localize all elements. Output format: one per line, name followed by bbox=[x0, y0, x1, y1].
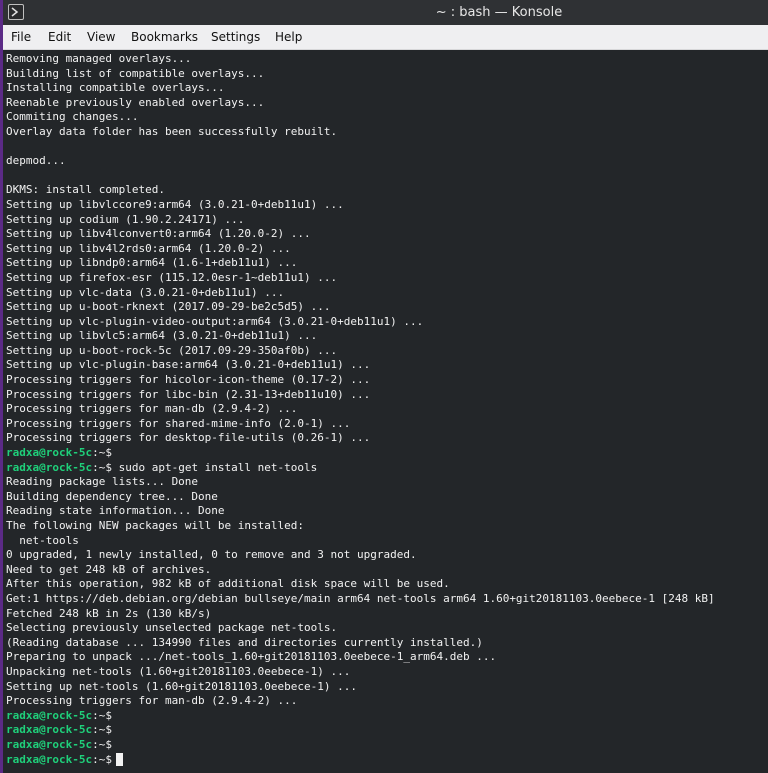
output-line: Need to get 248 kB of archives. bbox=[6, 562, 212, 576]
prompt-path: :~$ bbox=[92, 460, 112, 474]
prompt-path: :~$ bbox=[92, 723, 112, 737]
terminal-lines: Removing managed overlays... Building li… bbox=[6, 52, 715, 767]
output-line: Commiting changes... bbox=[6, 110, 139, 124]
output-line: Setting up libvlc5:arm64 (3.0.21-0+deb11… bbox=[6, 329, 318, 343]
prompt-user: radxa@rock-5c bbox=[6, 708, 93, 722]
output-line: Selecting previously unselected package … bbox=[6, 621, 338, 635]
output-line: Get:1 https://deb.debian.org/debian bull… bbox=[6, 591, 715, 605]
title-bar[interactable]: ~ : bash — Konsole bbox=[0, 0, 768, 25]
prompt-path: :~$ bbox=[92, 708, 112, 722]
output-line: Setting up codium (1.90.2.24171) ... bbox=[6, 212, 245, 226]
prompt-path: :~$ bbox=[92, 752, 112, 766]
menu-bookmarks[interactable]: Bookmarks bbox=[131, 25, 198, 49]
output-line: DKMS: install completed. bbox=[6, 183, 165, 197]
window-title: ~ : bash — Konsole bbox=[435, 5, 563, 20]
prompt-line: radxa@rock-5c:~$ bbox=[6, 723, 715, 738]
prompt-line: radxa@rock-5c:~$ bbox=[6, 709, 715, 724]
output-line: Processing triggers for libc-bin (2.31-1… bbox=[6, 387, 371, 401]
output-line: Reading package lists... Done bbox=[6, 475, 199, 489]
output-line: Setting up net-tools (1.60+git20181103.0… bbox=[6, 679, 357, 693]
prompt-user: radxa@rock-5c bbox=[6, 723, 93, 737]
output-line: Reenable previously enabled overlays... bbox=[6, 95, 265, 109]
output-line: Installing compatible overlays... bbox=[6, 81, 225, 95]
prompt-user: radxa@rock-5c bbox=[6, 446, 93, 460]
menu-view[interactable]: View bbox=[87, 25, 115, 49]
output-line: Building dependency tree... Done bbox=[6, 489, 218, 503]
output-line: Processing triggers for man-db (2.9.4-2)… bbox=[6, 402, 298, 416]
output-line: Processing triggers for shared-mime-info… bbox=[6, 416, 351, 430]
output-line: The following NEW packages will be insta… bbox=[6, 519, 305, 532]
output-line: Unpacking net-tools (1.60+git20181103.0e… bbox=[6, 664, 351, 678]
prompt-path: :~$ bbox=[92, 446, 112, 460]
output-line: Removing managed overlays... bbox=[6, 52, 192, 65]
prompt-path: :~$ bbox=[92, 737, 112, 751]
output-line: Preparing to unpack .../net-tools_1.60+g… bbox=[6, 650, 497, 664]
prompt-line: radxa@rock-5c:~$ sudo apt-get install ne… bbox=[6, 461, 715, 476]
output-line: Setting up vlc-data (3.0.21-0+deb11u1) .… bbox=[6, 285, 285, 299]
prompt-line: radxa@rock-5c:~$ bbox=[6, 738, 715, 753]
output-line: 0 upgraded, 1 newly installed, 0 to remo… bbox=[6, 548, 417, 562]
window-left-accent bbox=[0, 0, 3, 773]
menu-settings[interactable]: Settings bbox=[211, 25, 260, 49]
text-cursor[interactable] bbox=[115, 753, 123, 766]
menu-bar: File Edit View Bookmarks Settings Help bbox=[0, 25, 768, 50]
output-line: Overlay data folder has been successfull… bbox=[6, 124, 338, 138]
output-line: Setting up vlc-plugin-video-output:arm64… bbox=[6, 314, 424, 328]
output-line: net-tools bbox=[6, 533, 79, 547]
output-line: Setting up libv4lconvert0:arm64 (1.20.0-… bbox=[6, 227, 311, 241]
output-line: (Reading database ... 134990 files and d… bbox=[6, 635, 483, 649]
command-text: sudo apt-get install net-tools bbox=[111, 460, 318, 474]
output-line: Setting up u-boot-rock-5c (2017.09-29-35… bbox=[6, 343, 338, 357]
output-line: Fetched 248 kB in 2s (130 kB/s) bbox=[6, 606, 212, 620]
output-line: Setting up libndp0:arm64 (1.6-1+deb11u1)… bbox=[6, 256, 298, 270]
output-line: Setting up firefox-esr (115.12.0esr-1~de… bbox=[6, 270, 338, 284]
output-line: Setting up libvlccore9:arm64 (3.0.21-0+d… bbox=[6, 197, 344, 211]
prompt-user: radxa@rock-5c bbox=[6, 737, 93, 751]
menu-file[interactable]: File bbox=[11, 25, 31, 49]
prompt-user: radxa@rock-5c bbox=[6, 752, 93, 766]
output-line: Setting up u-boot-rknext (2017.09-29-be2… bbox=[6, 300, 331, 314]
prompt-user: radxa@rock-5c bbox=[6, 460, 93, 474]
output-line: Processing triggers for man-db (2.9.4-2)… bbox=[6, 694, 298, 708]
output-line: Setting up vlc-plugin-base:arm64 (3.0.21… bbox=[6, 358, 371, 372]
konsole-window: ~ : bash — Konsole File Edit View Bookma… bbox=[0, 0, 768, 773]
terminal-output-area[interactable]: Removing managed overlays... Building li… bbox=[0, 50, 768, 773]
menu-help[interactable]: Help bbox=[275, 25, 302, 49]
output-line: Processing triggers for desktop-file-uti… bbox=[6, 431, 371, 445]
menu-edit[interactable]: Edit bbox=[48, 25, 71, 49]
active-prompt-line[interactable]: radxa@rock-5c:~$ bbox=[6, 753, 715, 768]
output-line: depmod... bbox=[6, 154, 66, 168]
prompt-line: radxa@rock-5c:~$ bbox=[6, 446, 715, 461]
output-line: Setting up libv4l2rds0:arm64 (1.20.0-2) … bbox=[6, 241, 291, 255]
output-line: Reading state information... Done bbox=[6, 504, 225, 518]
output-line: Processing triggers for hicolor-icon-the… bbox=[6, 373, 371, 387]
output-line: After this operation, 982 kB of addition… bbox=[6, 577, 450, 591]
output-line: Building list of compatible overlays... bbox=[6, 66, 265, 80]
